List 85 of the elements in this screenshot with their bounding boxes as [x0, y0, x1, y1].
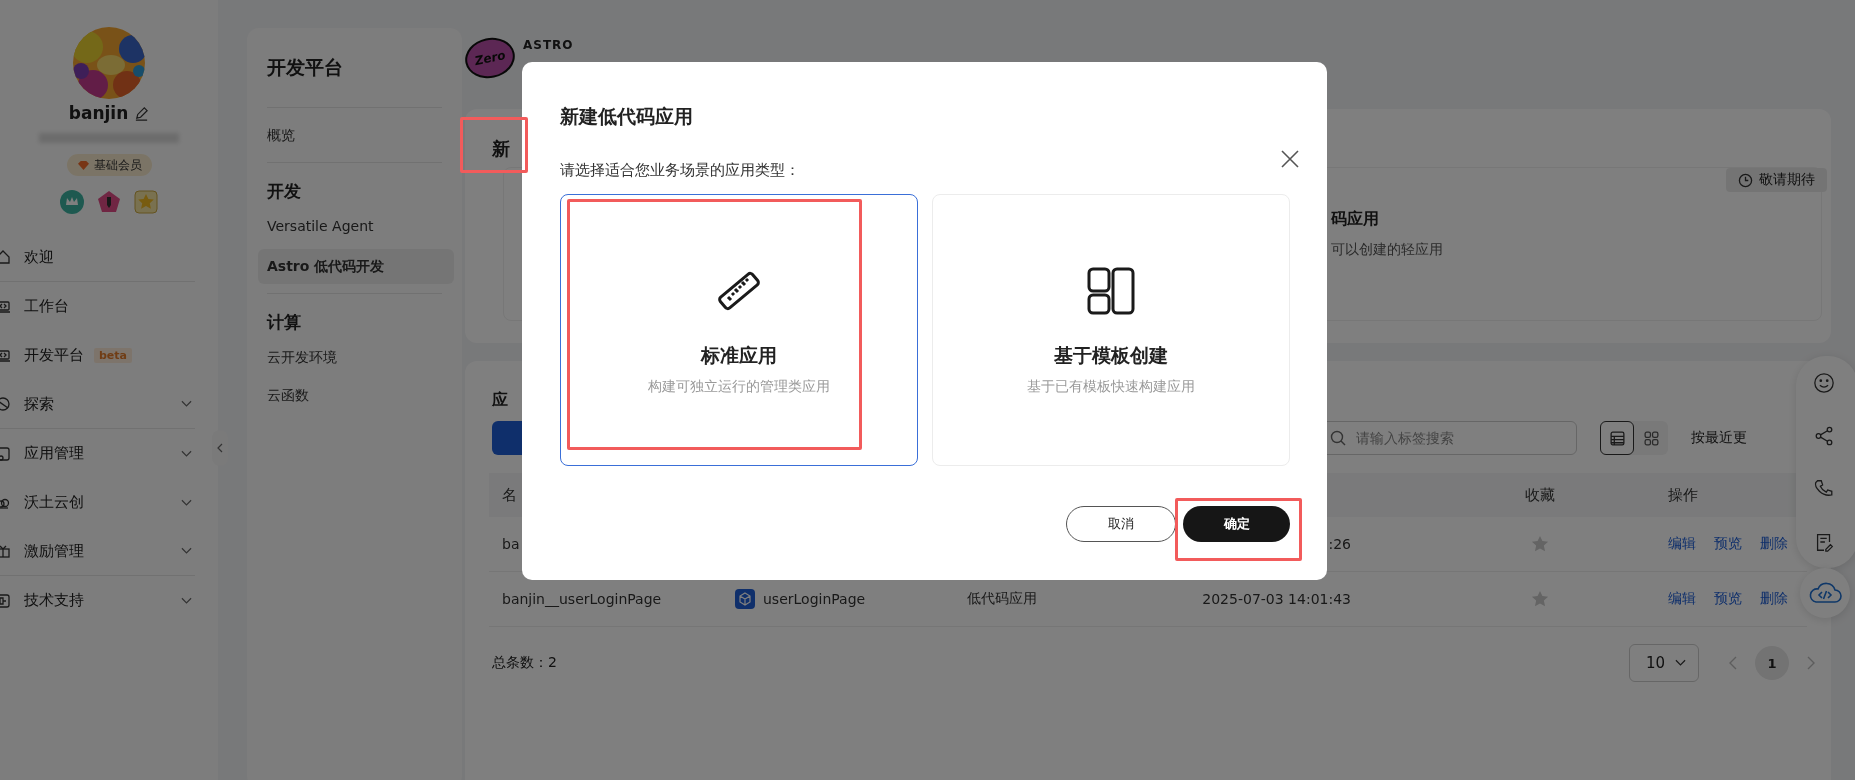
chevron-down-icon — [181, 596, 192, 605]
nav-link[interactable]: 概览 — [267, 108, 442, 162]
action-link[interactable]: 编辑 — [1668, 590, 1696, 608]
table-cell: :26 — [1328, 536, 1351, 552]
sort-dropdown[interactable]: 按最近更 — [1691, 429, 1747, 447]
column-header: 收藏 — [1524, 485, 1556, 505]
diamond-icon — [76, 159, 90, 171]
page-button[interactable]: 1 — [1755, 646, 1789, 680]
dialog-prompt: 请选择适合您业务场景的应用类型： — [560, 160, 801, 181]
logo-text: ASTRO — [523, 38, 574, 52]
option-description: 构建可独立运行的管理类应用 — [648, 377, 830, 396]
close-icon[interactable] — [1280, 149, 1300, 169]
star-icon[interactable] — [1531, 590, 1549, 608]
nav-item[interactable]: 应用管理 — [0, 429, 195, 478]
share-icon[interactable] — [1813, 424, 1835, 447]
card-title: 新 — [492, 137, 510, 161]
action-link[interactable]: 预览 — [1714, 535, 1742, 553]
nav-link[interactable]: 云开发环境 — [267, 340, 442, 374]
column-header: 名 — [501, 485, 518, 505]
star-icon[interactable] — [1531, 535, 1549, 553]
panel-title: 开发平台 — [267, 28, 442, 108]
app-icon — [0, 445, 11, 462]
dialog-title: 新建低代码应用 — [560, 104, 694, 129]
chevron-down-icon — [181, 400, 192, 408]
nav-item[interactable]: 工作台 — [0, 282, 195, 331]
cube-icon — [735, 589, 755, 609]
page-size-select[interactable]: 10 — [1628, 644, 1699, 682]
edit-icon[interactable] — [134, 105, 150, 121]
cloud-code-icon — [1807, 581, 1843, 605]
table-cell: ba — [502, 536, 520, 552]
chevron-down-icon — [181, 547, 192, 555]
nav-link[interactable]: 云函数 — [267, 378, 442, 412]
chevron-down-icon — [181, 498, 192, 507]
action-link[interactable]: 编辑 — [1668, 535, 1696, 553]
star-medal-icon — [134, 190, 158, 214]
option-title: 码应用 — [1331, 208, 1380, 230]
table-cell: 低代码应用 — [967, 590, 1037, 606]
pen-medal-icon — [97, 190, 121, 214]
search-icon — [1330, 430, 1346, 446]
laptop-icon — [0, 347, 11, 364]
app-type-option[interactable]: 标准应用 构建可独立运行的管理类应用 — [560, 194, 918, 466]
nav-item[interactable]: 沃土云创 — [0, 478, 195, 527]
card-title: 应 — [492, 389, 509, 411]
crown-medal-icon — [60, 190, 84, 214]
action-link[interactable]: 预览 — [1714, 590, 1742, 608]
action-link[interactable]: 删除 — [1760, 590, 1788, 608]
option-title: 标准应用 — [701, 343, 777, 368]
nav-item[interactable]: 欢迎 — [0, 233, 195, 282]
badge-text: 敬请期待 — [1759, 171, 1815, 189]
cloud-code-button[interactable] — [1800, 568, 1850, 618]
chevron-left-icon — [217, 443, 223, 453]
nav-item[interactable]: 探索 — [0, 380, 195, 429]
option-description: 可以创建的轻应用 — [1331, 240, 1444, 259]
clock-icon — [1738, 172, 1753, 188]
column-header: 操作 — [1667, 485, 1699, 505]
nav-link[interactable]: Astro 低代码开发 — [258, 249, 454, 284]
nav-item[interactable]: 激励管理 — [0, 527, 195, 576]
cancel-button[interactable]: 取消 — [1066, 506, 1176, 542]
list-view-button[interactable] — [1600, 421, 1634, 455]
total-count: 总条数：2 — [492, 654, 557, 672]
option-description: 基于已有模板快速构建应用 — [1027, 377, 1195, 396]
table-cell: 2025-07-03 14:01:43 — [1202, 591, 1351, 607]
layout-icon — [1086, 266, 1136, 316]
chevron-down-icon — [181, 449, 192, 458]
app-type-option[interactable]: 基于模板创建 基于已有模板快速构建应用 — [932, 194, 1290, 466]
laptop-icon — [0, 298, 11, 315]
table-cell: banjin__userLoginPage — [502, 591, 662, 607]
user-name: banjin — [68, 103, 129, 123]
chevron-down-icon — [1675, 659, 1686, 667]
grid-icon — [1642, 429, 1660, 447]
table-cell: userLoginPage — [763, 591, 866, 607]
section-heading: 计算 — [267, 311, 302, 334]
beta-tag: beta — [94, 348, 132, 363]
support-icon — [0, 592, 11, 609]
action-link[interactable]: 删除 — [1760, 535, 1788, 553]
section-heading: 开发 — [267, 180, 302, 203]
confirm-button[interactable]: 确定 — [1183, 506, 1290, 542]
nav-link[interactable]: Versatile Agent — [267, 209, 442, 243]
option-title: 基于模板创建 — [1054, 343, 1168, 368]
table-icon — [1608, 429, 1626, 447]
smiley-icon[interactable] — [1813, 371, 1835, 394]
nav-item[interactable]: 技术支持 — [0, 576, 195, 625]
nav-item[interactable]: 开发平台 beta — [0, 331, 195, 380]
member-level: 基础会员 — [93, 156, 142, 174]
logo-mark: Zero — [473, 47, 507, 69]
